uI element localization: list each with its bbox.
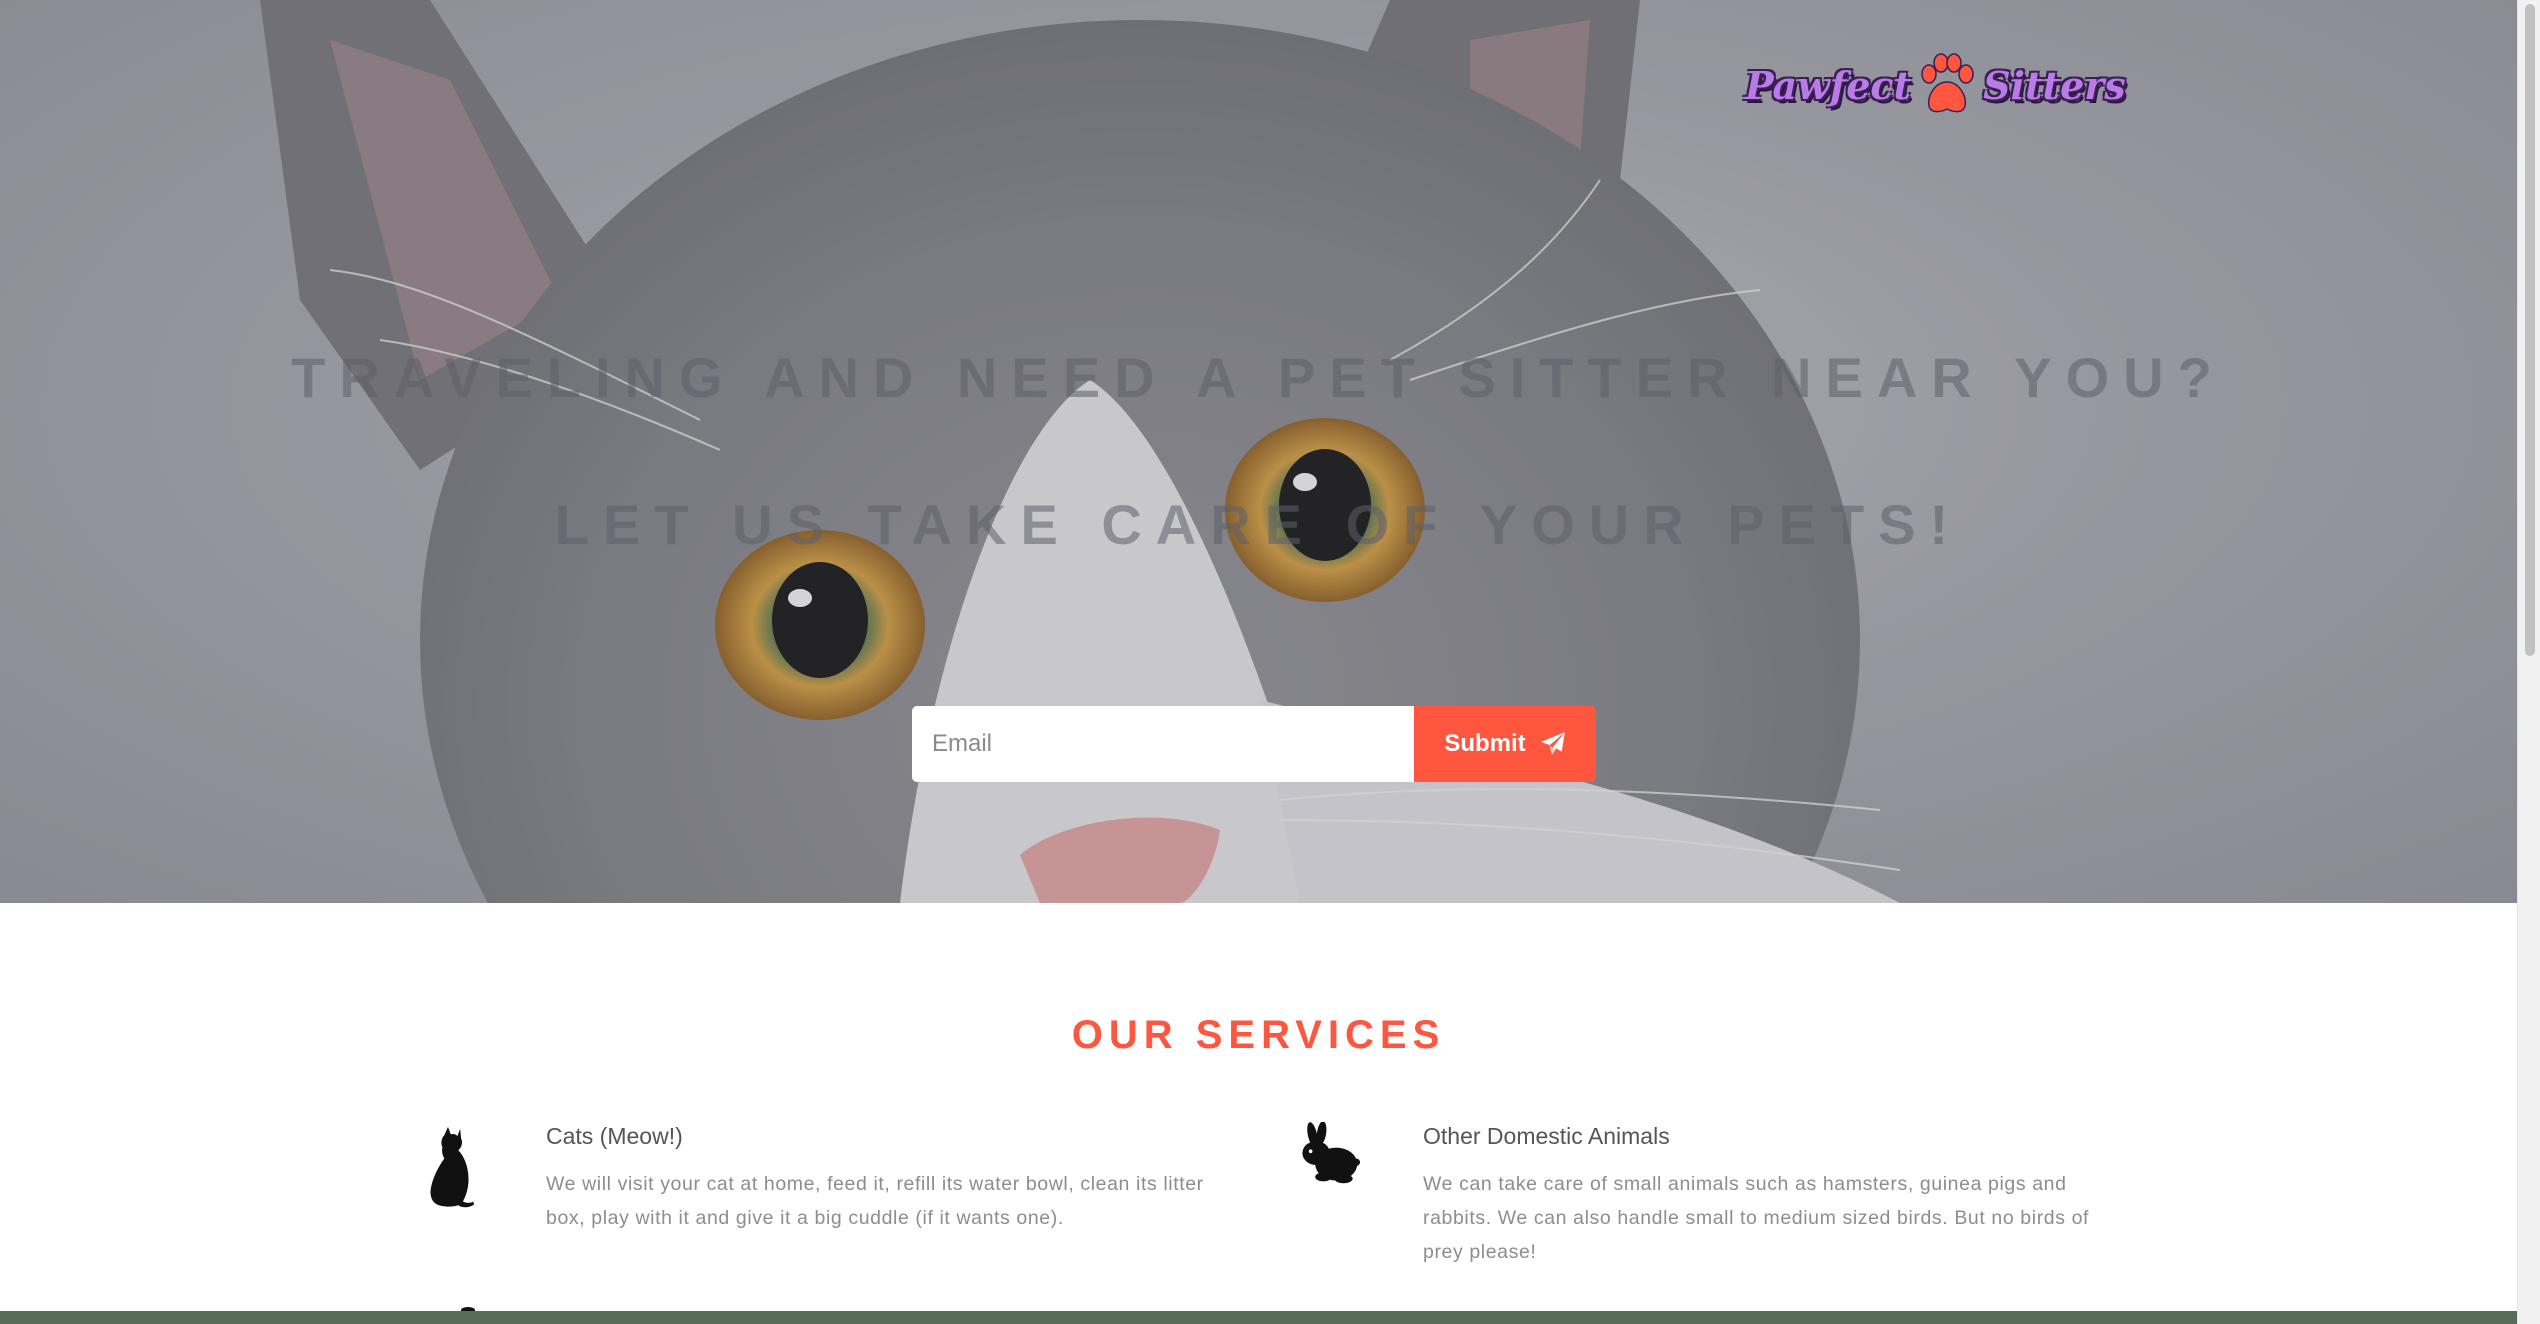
submit-button[interactable]: Submit — [1414, 706, 1596, 782]
page: Pawfect Sitters Traveling and need a pet… — [0, 0, 2517, 1324]
page-scrollbar[interactable] — [2517, 0, 2540, 1324]
logo-text-left: Pawfect — [1745, 62, 1912, 108]
hero-headline: Traveling and need a pet sitter near you… — [291, 346, 2226, 409]
cat-icon — [430, 1126, 475, 1208]
rabbit-icon — [1302, 1122, 1360, 1184]
service-description: We can take care of small animals such a… — [1423, 1173, 2090, 1263]
logo-text-right: Sitters — [1983, 62, 2126, 108]
paw-icon — [1921, 53, 1974, 113]
next-section-band — [0, 1311, 2517, 1324]
email-signup-form: Submit — [912, 706, 1596, 782]
hero-subheadline: Let us take care of your pets! — [554, 493, 1963, 556]
email-input[interactable] — [912, 706, 1414, 782]
service-name: Other Domestic Animals — [1423, 1123, 1670, 1149]
service-description: We will visit your cat at home, feed it,… — [546, 1173, 1204, 1229]
scrollbar-thumb[interactable] — [2525, 4, 2535, 656]
submit-button-label: Submit — [1444, 730, 1526, 757]
services-title: OUR SERVICES — [1071, 1013, 1446, 1057]
service-name: Cats (Meow!) — [546, 1123, 683, 1149]
paper-plane-icon — [1540, 732, 1565, 755]
hero-section: Pawfect Sitters Traveling and need a pet… — [0, 0, 2517, 903]
site-logo[interactable]: Pawfect Sitters — [1745, 52, 2126, 118]
